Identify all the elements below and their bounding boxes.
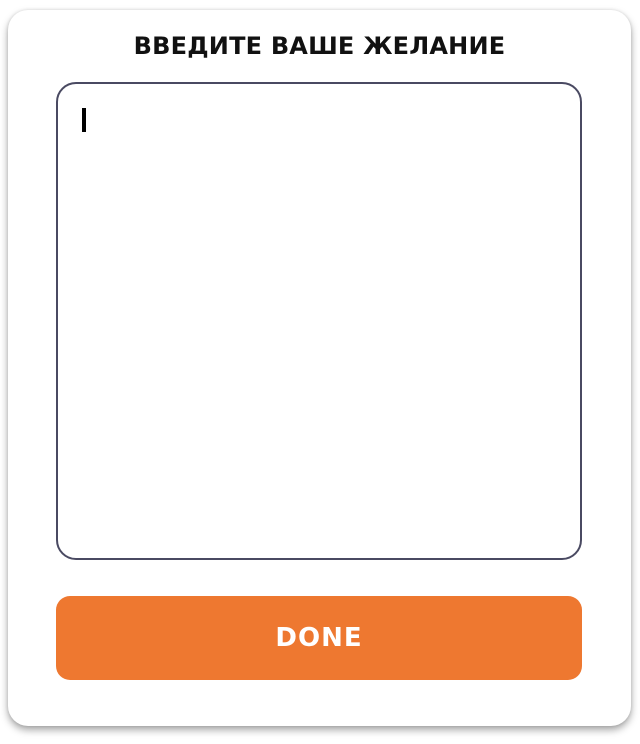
text-cursor [82, 108, 86, 132]
wish-input[interactable] [84, 106, 554, 536]
wish-input-box[interactable] [56, 82, 582, 560]
wish-dialog: ВВЕДИТЕ ВАШЕ ЖЕЛАНИЕ DONE [8, 10, 631, 726]
dialog-title: ВВЕДИТЕ ВАШЕ ЖЕЛАНИЕ [133, 32, 506, 60]
done-button[interactable]: DONE [56, 596, 582, 680]
